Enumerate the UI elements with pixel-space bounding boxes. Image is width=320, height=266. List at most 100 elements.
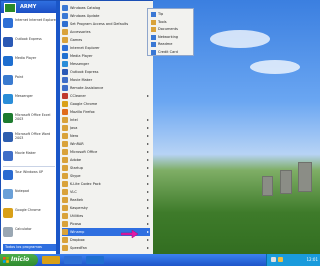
- pinned-item-label: Paint: [15, 75, 24, 79]
- pinned-item-label: Internet Internet Explorer: [15, 18, 57, 22]
- submenu-item-label: Tip: [158, 12, 164, 16]
- submenu-arrow-icon: ▸: [146, 205, 149, 210]
- program-icon: [62, 213, 68, 219]
- program-item[interactable]: Intel ▸: [62, 116, 150, 124]
- program-item[interactable]: Outlook Express: [62, 68, 150, 76]
- program-item[interactable]: Mozilla Firefox: [62, 108, 150, 116]
- program-label: Kaspersky: [70, 206, 88, 210]
- pinned-item[interactable]: Calculator: [3, 226, 57, 240]
- program-icon: [62, 189, 68, 195]
- pinned-item[interactable]: Outlook Express: [3, 36, 57, 50]
- program-item[interactable]: Games▸: [62, 36, 150, 44]
- program-item[interactable]: Kaspersky ▸: [62, 204, 150, 212]
- program-label: Nero: [70, 134, 79, 138]
- submenu-item-icon: [151, 42, 156, 47]
- program-item[interactable]: CCleaner ▸: [62, 92, 150, 100]
- pinned-item[interactable]: Paint: [3, 74, 57, 88]
- tour-icon: [3, 170, 13, 180]
- system-tray: 12:01: [266, 254, 320, 266]
- program-item[interactable]: Realtek ▸: [62, 196, 150, 204]
- network-icon[interactable]: [271, 257, 276, 262]
- submenu-arrow-icon: ▸: [146, 229, 149, 234]
- submenu-item-label: Documents: [158, 27, 178, 31]
- program-icon: [62, 93, 68, 99]
- program-item[interactable]: Accessories▸: [62, 28, 150, 36]
- taskbar: Inicio 12:01: [0, 254, 320, 266]
- pinned-item[interactable]: Google Chrome: [3, 207, 57, 221]
- media-player-icon: [3, 56, 13, 66]
- program-icon: [62, 221, 68, 227]
- pinned-item-label: Notepad: [15, 189, 30, 193]
- program-label: VLC: [70, 190, 77, 194]
- word-icon: [3, 132, 13, 142]
- program-label: Accessories: [70, 30, 91, 34]
- program-icon: [62, 173, 68, 179]
- program-label: Skype: [70, 174, 81, 178]
- pinned-item[interactable]: Movie Maker: [3, 150, 57, 164]
- program-item[interactable]: SpeedFan ▸: [62, 244, 150, 252]
- program-item[interactable]: VLC ▸: [62, 188, 150, 196]
- program-icon: [62, 117, 68, 123]
- program-item[interactable]: Adobe ▸: [62, 156, 150, 164]
- program-item[interactable]: Movie Maker: [62, 76, 150, 84]
- program-item[interactable]: Media Player: [62, 52, 150, 60]
- pinned-item[interactable]: Microsoft Office Excel 2003: [3, 112, 57, 126]
- program-item[interactable]: Google Chrome: [62, 100, 150, 108]
- program-item[interactable]: Set Program Access and Defaults: [62, 20, 150, 28]
- all-programs-button[interactable]: Todos los programas: [3, 244, 56, 251]
- excel-icon: [3, 113, 13, 123]
- program-label: Messenger: [70, 62, 90, 66]
- submenu-arrow-icon: ▸: [146, 141, 149, 146]
- program-label: Set Program Access and Defaults: [70, 22, 129, 26]
- quick-launch-icon[interactable]: [64, 256, 82, 264]
- program-item[interactable]: Nero ▸: [62, 132, 150, 140]
- clock[interactable]: 12:01: [306, 257, 318, 262]
- pinned-item[interactable]: Microsoft Office Word 2003: [3, 131, 57, 145]
- program-icon: [62, 205, 68, 211]
- program-item[interactable]: Windows Update: [62, 12, 150, 20]
- submenu-arrow-icon: ▸: [146, 189, 149, 194]
- pinned-item[interactable]: Notepad: [3, 188, 57, 202]
- standing-stone: [280, 170, 292, 194]
- submenu-item-label: Credit Card: [158, 49, 178, 54]
- program-item[interactable]: Remote Assistance: [62, 84, 150, 92]
- program-icon: [62, 141, 68, 147]
- program-icon: [62, 133, 68, 139]
- program-icon: [62, 109, 68, 115]
- internet-explorer-icon: [3, 18, 13, 28]
- pinned-item[interactable]: Media Player: [3, 55, 57, 69]
- pinned-item-label: Movie Maker: [15, 151, 36, 155]
- program-item[interactable]: Java ▸: [62, 124, 150, 132]
- pinned-item[interactable]: Internet Internet Explorer: [3, 17, 57, 31]
- pinned-item[interactable]: Tour Windows XP: [3, 169, 57, 183]
- quick-launch-icon[interactable]: [86, 256, 104, 264]
- program-item[interactable]: K-Lite Codec Pack ▸: [62, 180, 150, 188]
- program-item[interactable]: Utilities ▸: [62, 212, 150, 220]
- programs-submenu: Tip Tools Documents Networking Readme Credit …: [147, 8, 194, 56]
- pinned-item[interactable]: Messenger: [3, 93, 57, 107]
- program-item[interactable]: WinRAR ▸: [62, 140, 150, 148]
- program-label: Windows Update: [70, 14, 100, 18]
- standing-stone: [298, 162, 312, 192]
- submenu-item-label: Readme: [158, 42, 173, 46]
- program-item[interactable]: Internet Explorer: [62, 44, 150, 52]
- user-avatar[interactable]: [4, 3, 16, 13]
- mail-icon: [3, 37, 13, 47]
- pinned-item-label: Microsoft Office Excel 2003: [15, 113, 51, 121]
- submenu-arrow-icon: ▸: [146, 197, 149, 202]
- program-item[interactable]: Windows Catalog: [62, 4, 150, 12]
- program-label: Games: [70, 38, 83, 42]
- program-item[interactable]: Picasa ▸: [62, 220, 150, 228]
- volume-icon[interactable]: [278, 257, 283, 262]
- pointer-arrow-icon: [121, 229, 139, 239]
- standing-stone: [262, 176, 273, 196]
- program-item[interactable]: Skype ▸: [62, 172, 150, 180]
- submenu-item-icon: [151, 19, 156, 25]
- program-item[interactable]: Startup ▸: [62, 164, 150, 172]
- quick-launch-icon[interactable]: [42, 256, 60, 264]
- start-button[interactable]: Inicio: [0, 254, 38, 266]
- program-icon: [62, 69, 68, 75]
- program-item[interactable]: Messenger: [62, 60, 150, 68]
- program-item[interactable]: Microsoft Office ▸: [62, 148, 150, 156]
- submenu-item[interactable]: Credit Card: [151, 49, 193, 57]
